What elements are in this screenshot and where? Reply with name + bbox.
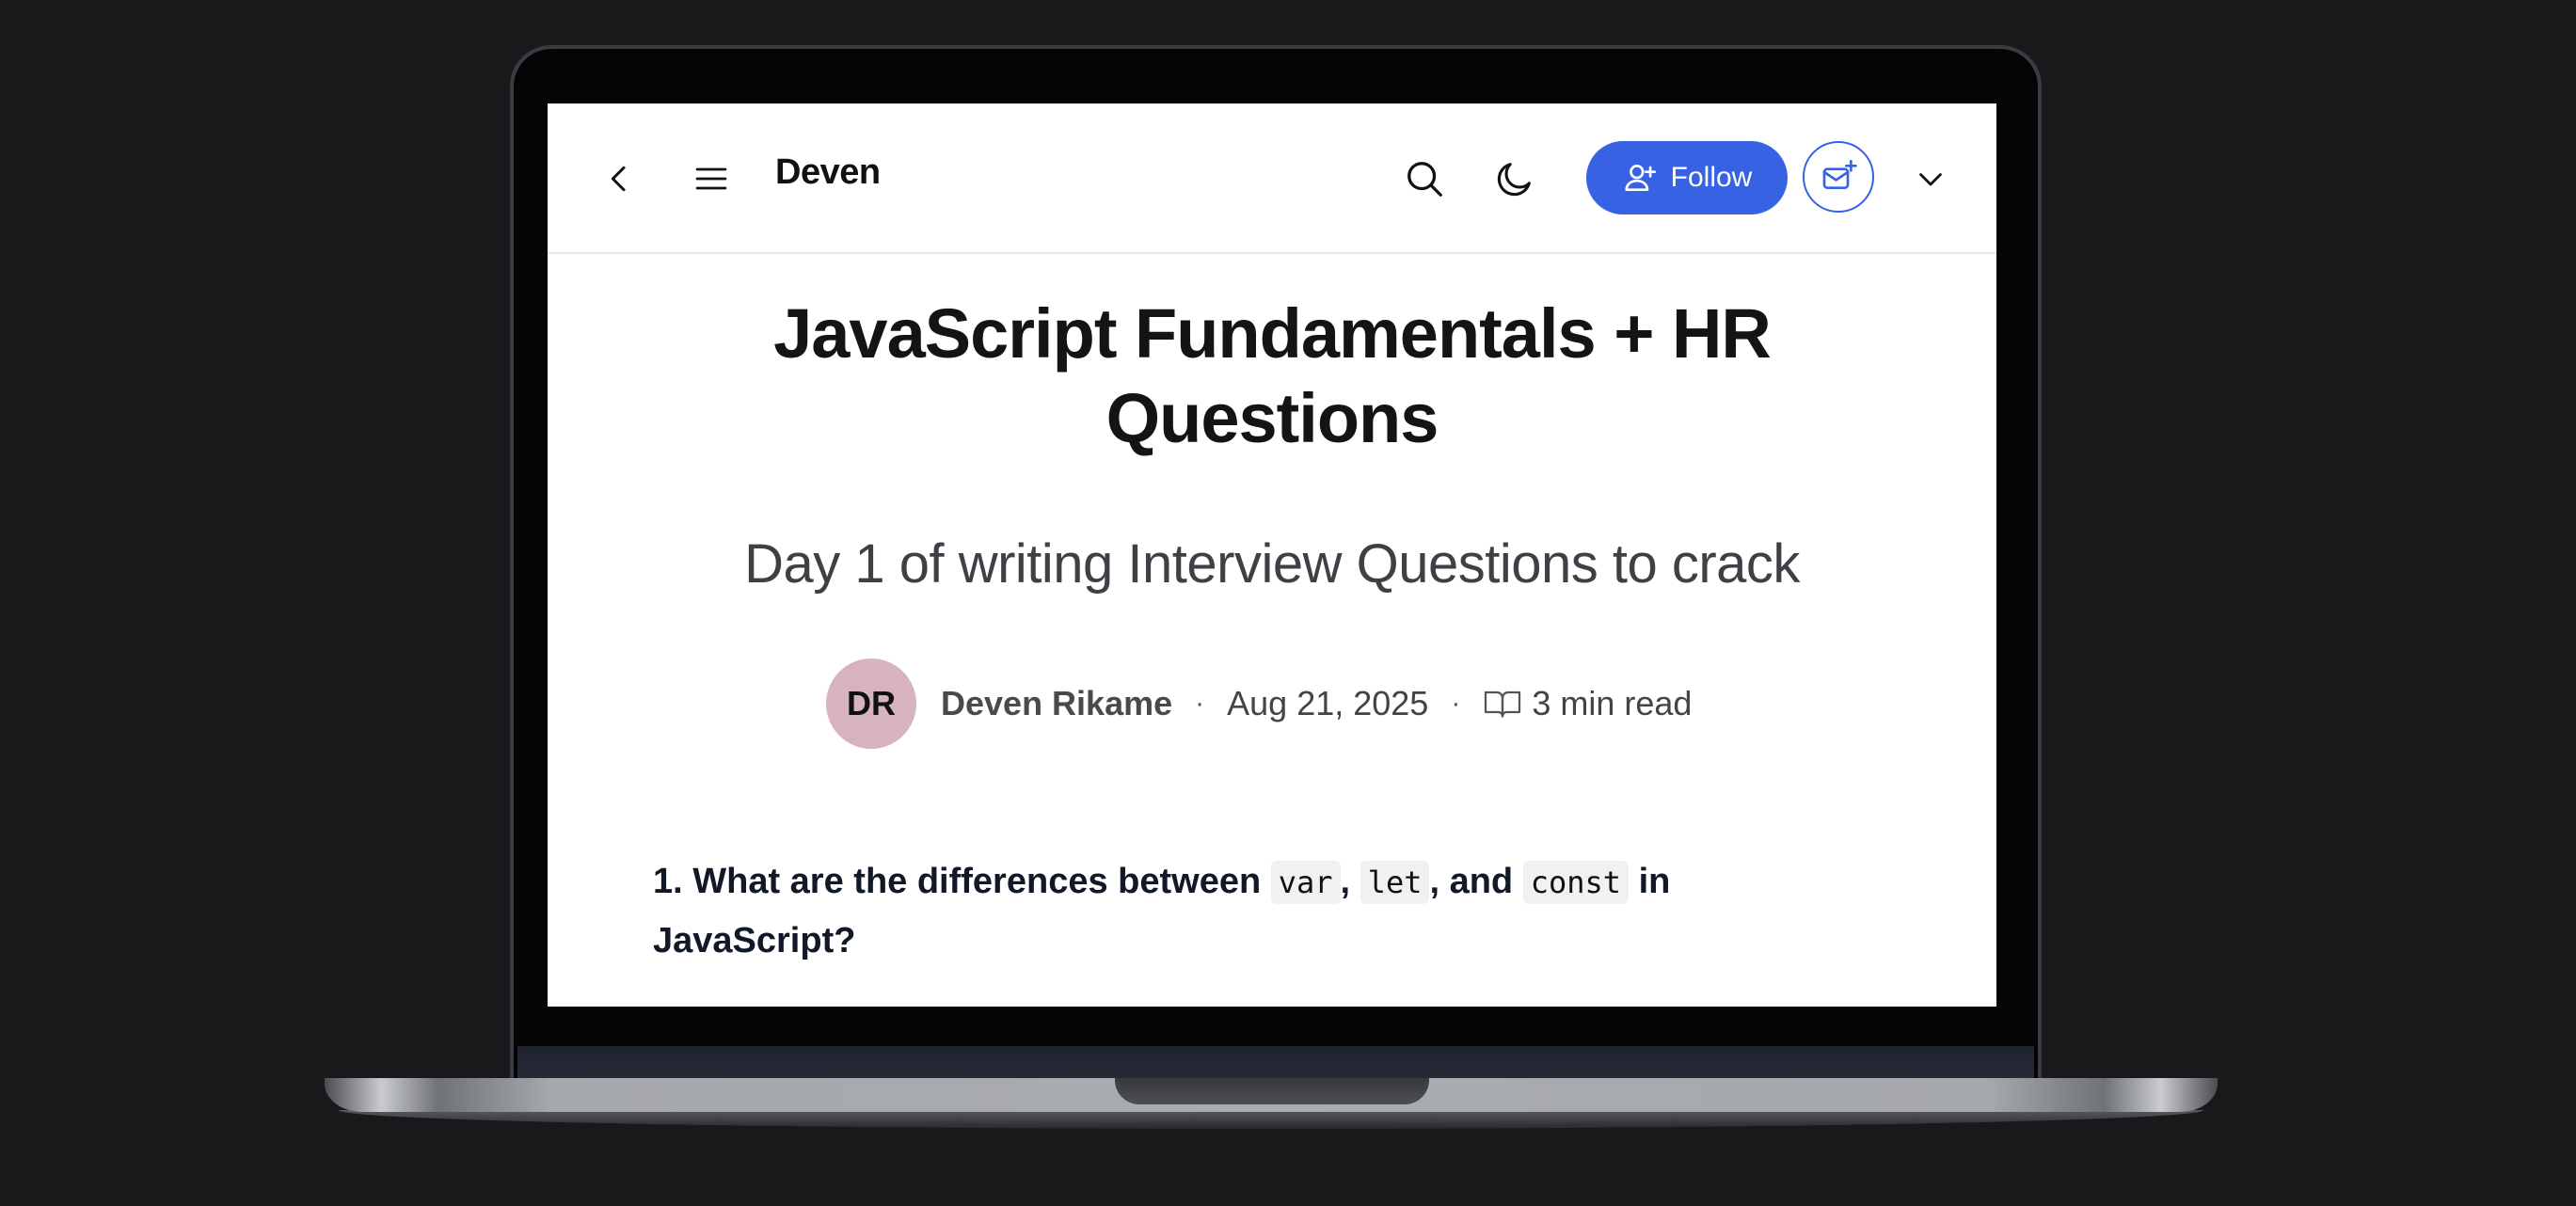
question-heading: 1. What are the differences between var,… (653, 852, 1895, 970)
laptop-notch (1115, 1078, 1429, 1104)
inline-code-var: var (1270, 861, 1341, 904)
newsletter-subscribe-button[interactable] (1803, 141, 1874, 213)
article-title-line1: JavaScript Fundamentals + HR (773, 294, 1772, 373)
user-plus-icon (1625, 164, 1656, 192)
follow-label: Follow (1670, 162, 1753, 193)
read-time: 3 min read (1483, 684, 1692, 723)
mail-plus-icon (1822, 160, 1857, 189)
back-icon (611, 166, 626, 192)
article-meta: DR Deven Rikame · Aug 21, 2025 · 3 min r… (826, 659, 1692, 749)
laptop-chin (517, 1046, 2034, 1080)
meta-separator: · (1195, 688, 1205, 719)
avatar[interactable]: DR (826, 659, 916, 749)
meta-separator: · (1451, 688, 1461, 719)
theme-toggle-button[interactable] (1485, 149, 1545, 209)
question-separator: , (1340, 862, 1351, 901)
inline-code-const: const (1522, 861, 1630, 904)
read-time-label: 3 min read (1532, 684, 1693, 722)
inline-code-let: let (1360, 861, 1430, 904)
follow-button[interactable]: Follow (1586, 141, 1788, 214)
question-text: in (1638, 862, 1671, 901)
back-button[interactable] (591, 151, 647, 207)
article-title: JavaScript Fundamentals + HR Questions (642, 292, 1902, 461)
chevron-down-icon (1919, 173, 1942, 186)
search-button[interactable] (1394, 149, 1455, 209)
publish-date: Aug 21, 2025 (1227, 684, 1429, 722)
article-subtitle: Day 1 of writing Interview Questions to … (744, 533, 1800, 595)
question-text: 1. What are the differences between (653, 862, 1262, 901)
question-text: JavaScript? (653, 921, 856, 960)
top-navbar: Deven Follow (548, 103, 1996, 254)
search-icon (1407, 162, 1442, 197)
blog-name[interactable]: Deven (775, 152, 881, 193)
moon-icon (1497, 163, 1531, 197)
menu-icon (695, 167, 727, 190)
more-dropdown-button[interactable] (1902, 151, 1959, 207)
author-name[interactable]: Deven Rikame (941, 684, 1172, 723)
article-title-line2: Questions (1105, 379, 1439, 457)
question-separator: , and (1429, 862, 1514, 901)
screen: Deven Follow JavaScript Fundamentals + H… (548, 103, 1996, 1007)
laptop-base-shadow (339, 1110, 2203, 1129)
menu-button[interactable] (681, 151, 741, 207)
book-open-icon (1485, 690, 1521, 718)
device-mockup: Deven Follow JavaScript Fundamentals + H… (0, 0, 2576, 1206)
